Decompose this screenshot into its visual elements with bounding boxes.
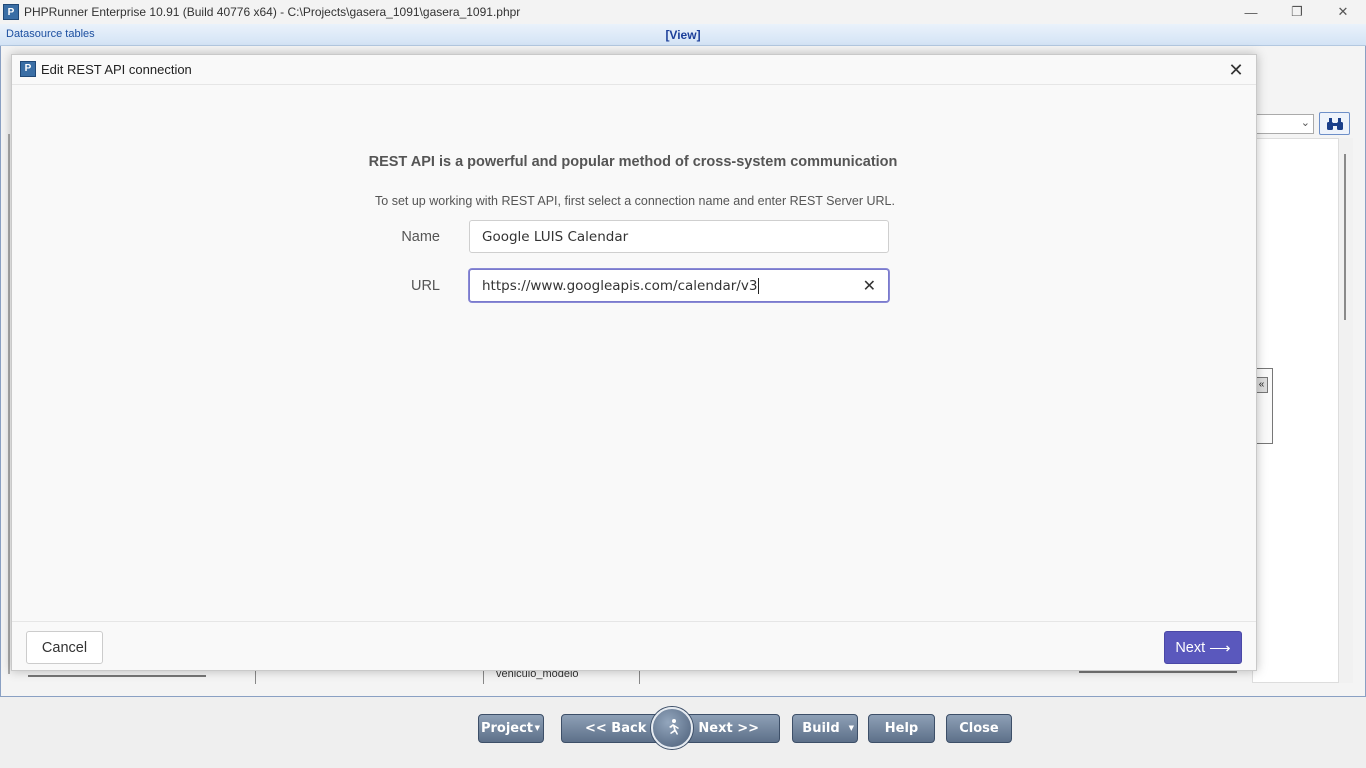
dialog-title: Edit REST API connection [41,62,192,77]
help-button-label: Help [884,721,919,736]
datasource-tables-link[interactable]: Datasource tables [6,28,95,40]
dialog-footer: Cancel Next ⟶ [12,621,1256,671]
project-button[interactable]: Project ▼ [478,714,544,743]
build-button-label: Build [802,721,840,736]
url-field[interactable]: https://www.googleapis.com/calendar/v3 ✕ [469,269,889,302]
back-button[interactable]: << Back [561,714,661,743]
close-app-button-label: Close [959,721,999,736]
back-button-label: << Back [585,721,647,736]
wizard-next-button[interactable]: Next >> [683,714,780,743]
scrollbar-thumb[interactable] [1344,154,1346,320]
next-button[interactable]: Next ⟶ [1164,631,1242,664]
page-header: [View] Datasource tables [0,24,1366,46]
url-label: URL [410,278,440,294]
divider-line [1079,671,1237,673]
window-title: PHPRunner Enterprise 10.91 (Build 40776 … [24,5,521,19]
wizard-next-label: Next >> [698,721,759,736]
next-button-label: Next [1175,639,1206,656]
arrow-right-icon: ⟶ [1209,639,1231,657]
divider-line [28,675,206,677]
minimize-button[interactable]: — [1228,0,1274,24]
window-close-button[interactable]: ✕ [1320,0,1366,24]
left-panel-border [8,134,10,674]
phprunner-app-icon: P [20,61,36,77]
name-field-value: Google LUIS Calendar [482,228,629,245]
build-button[interactable]: Build ▼ [792,714,858,743]
cancel-button[interactable]: Cancel [26,631,103,664]
dialog-titlebar: P Edit REST API connection ✕ [12,55,1256,85]
table-filter-dropdown[interactable]: ⌄ [1252,114,1314,134]
url-field-value: https://www.googleapis.com/calendar/v3 [482,277,758,294]
dropdown-arrow-icon: ▼ [848,724,854,732]
close-app-button[interactable]: Close [946,714,1012,743]
help-button[interactable]: Help [868,714,935,743]
edit-rest-api-dialog: P Edit REST API connection ✕ REST API is… [11,54,1257,671]
chevron-down-icon: ⌄ [1300,117,1310,129]
window-titlebar: P PHPRunner Enterprise 10.91 (Build 4077… [0,0,1366,24]
running-man-icon [669,719,679,735]
run-button[interactable] [651,707,693,749]
binoculars-icon [1326,117,1343,130]
dialog-close-button[interactable]: ✕ [1224,58,1248,82]
intro-heading: REST API is a powerful and popular metho… [368,154,898,170]
name-label: Name [401,229,440,245]
intro-subtitle: To set up working with REST API, first s… [375,194,895,208]
name-field[interactable]: Google LUIS Calendar [469,220,889,253]
view-mode-label: [View] [665,28,701,42]
project-button-label: Project [480,721,534,736]
vertical-scrollbar[interactable] [1339,138,1353,683]
phprunner-app-icon: P [3,4,19,20]
dropdown-arrow-icon: ▼ [534,724,540,732]
find-button[interactable] [1319,112,1350,135]
maximize-button[interactable]: ❐ [1274,0,1320,24]
clear-icon[interactable]: ✕ [863,276,876,295]
text-caret [758,277,760,294]
window-controls: — ❐ ✕ [1228,0,1366,24]
